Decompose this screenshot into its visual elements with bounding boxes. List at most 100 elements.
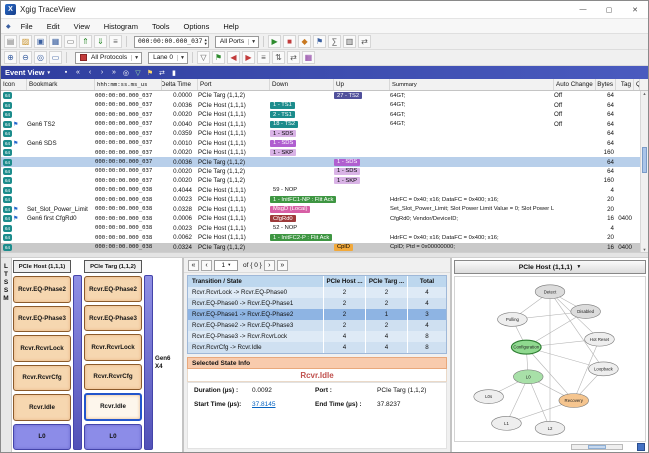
ltssm-port-header[interactable]: PCIe Host (1,1,1) — [13, 260, 71, 273]
zoom-region-icon[interactable]: ▭ — [49, 51, 62, 64]
event-row[interactable]: 64000:00:00.000_0380.0324PCIe Targ (1,1,… — [1, 243, 640, 252]
trigger-icon[interactable]: ◆ — [298, 35, 311, 48]
transition-row[interactable]: Rcvr.EQ-Phase1 -> Rcvr.EQ-Phase2213 — [188, 309, 446, 320]
column-header-icon[interactable]: Icon — [1, 79, 27, 90]
state-diagram-header[interactable]: PCIe Host (1,1,1) ▼ — [454, 260, 646, 274]
column-header-port[interactable]: Port — [198, 79, 270, 90]
event-row[interactable]: 64000:00:00.000_0370.0036PCIe Targ (1,1,… — [1, 157, 640, 166]
save-icon[interactable]: ▣ — [34, 35, 47, 48]
lane-view-icon[interactable]: ⇅ — [272, 51, 285, 64]
diagram-node-polling[interactable]: Polling — [498, 312, 528, 326]
column-header-delta-time[interactable]: Delta Time — [162, 79, 198, 90]
column-header-up[interactable]: Up — [334, 79, 390, 90]
prev-error-icon[interactable]: ◀ — [227, 51, 240, 64]
diagram-nav-button[interactable] — [637, 443, 645, 451]
diagram-node-recovery[interactable]: Recovery — [559, 394, 589, 408]
new-file-icon[interactable]: ▤ — [4, 35, 17, 48]
event-row[interactable]: 64000:00:00.000_0380.4044PCIe Host (1,1,… — [1, 186, 640, 195]
goto-first-icon[interactable]: « — [73, 69, 83, 77]
diagram-node-l0s[interactable]: L0s — [474, 390, 504, 404]
event-row[interactable]: 64000:00:00.000_0370.0000PCIe Targ (1,1,… — [1, 91, 640, 100]
protocols-dropdown[interactable]: All Protocols ▼ — [75, 52, 142, 64]
time-display-field[interactable]: 000:00:00.000_037 ▲▼ — [134, 36, 209, 48]
ltssm-state-rcvr-rcvrlock[interactable]: Rcvr.RcvrLock — [13, 335, 71, 362]
scrollbar-thumb[interactable] — [642, 147, 647, 173]
ltssm-state-rcvr-eq-phase2[interactable]: Rcvr.EQ-Phase2 — [84, 276, 142, 302]
histogram-icon[interactable]: ▦ — [302, 51, 315, 64]
ltssm-state-rcvr-idle[interactable]: Rcvr.Idle — [84, 393, 142, 421]
save-all-icon[interactable]: ▦ — [49, 35, 62, 48]
menu-file[interactable]: File — [14, 22, 40, 31]
transitions-column-transition-state[interactable]: Transition / State — [188, 276, 324, 287]
event-row[interactable]: 64⚑Gen6 first CfgRd0000:00:00.000_0380.0… — [1, 214, 640, 223]
marker-icon[interactable]: ⚑ — [313, 35, 326, 48]
ltssm-state-l0[interactable]: L0 — [84, 424, 142, 450]
scroll-down-icon[interactable]: ▼ — [643, 247, 647, 252]
event-row[interactable]: 64000:00:00.000_0370.0020PCIe Host (1,1,… — [1, 110, 640, 119]
transition-row[interactable]: Rcvr.RcvrLock -> Rcvr.EQ-Phase0224 — [188, 287, 446, 298]
diagram-hscrollbar[interactable] — [571, 444, 623, 450]
scroll-up-icon[interactable]: ▲ — [643, 91, 647, 96]
import-icon[interactable]: ⇓ — [94, 35, 107, 48]
close-button[interactable]: ✕ — [622, 1, 648, 18]
prev-event-icon[interactable]: ‹ — [85, 69, 95, 77]
decode-view-icon[interactable]: ≡ — [257, 51, 270, 64]
diagram-node-loopback[interactable]: Loopback — [589, 362, 619, 376]
start-time-link[interactable]: 37.8145 — [252, 401, 315, 408]
time-spinner[interactable]: ▲▼ — [204, 38, 206, 46]
menu-view[interactable]: View — [67, 22, 97, 31]
prev-button[interactable]: ‹ — [201, 260, 212, 271]
event-row[interactable]: 64000:00:00.000_0370.0020PCIe Targ (1,1,… — [1, 176, 640, 185]
column-header-hhh-mm-ss-ms-us[interactable]: hhh:mm:ss.ms_us — [95, 79, 162, 90]
event-row[interactable]: 64000:00:00.000_0380.0023PCIe Host (1,1,… — [1, 195, 640, 204]
diagram-node-l1[interactable]: L1 — [492, 416, 522, 430]
column-header-bytes[interactable]: Bytes — [596, 79, 616, 90]
next-error-icon[interactable]: ▶ — [242, 51, 255, 64]
diagram-node-l2[interactable]: L2 — [535, 421, 565, 435]
bookmark-icon[interactable]: ⚑ — [145, 69, 155, 77]
event-row[interactable]: 64000:00:00.000_0380.0062PCIe Host (1,1,… — [1, 233, 640, 242]
event-table-scrollbar[interactable]: ▲ ▼ — [640, 91, 648, 252]
pin-icon[interactable]: ▪ — [61, 69, 71, 77]
ltssm-state-rcvr-eq-phase2[interactable]: Rcvr.EQ-Phase2 — [13, 276, 71, 303]
transition-row[interactable]: Rcvr.EQ-Phase3 -> Rcvr.RcvrLock448 — [188, 331, 446, 342]
next-event-icon[interactable]: › — [97, 69, 107, 77]
run-capture-icon[interactable]: ▶ — [268, 35, 281, 48]
zoom-fit-icon[interactable]: ◎ — [34, 51, 47, 64]
stop-capture-icon[interactable]: ■ — [283, 35, 296, 48]
ltssm-state-rcvr-rcvrcfg[interactable]: Rcvr.RcvrCfg — [84, 364, 142, 390]
event-row[interactable]: 64000:00:00.000_0370.0359PCIe Host (1,1,… — [1, 129, 640, 138]
event-row[interactable]: 64⚑Set_Slot_Power_Limit000:00:00.000_038… — [1, 205, 640, 214]
diagram-node-hot-reset[interactable]: Hot Reset — [585, 332, 615, 346]
export-icon[interactable]: ⇑ — [79, 35, 92, 48]
diagram-node-l0[interactable]: L0 — [513, 370, 543, 384]
diagram-node-disabled[interactable]: Disabled — [571, 305, 601, 319]
filter-icon[interactable]: ▽ — [133, 69, 143, 77]
zoom-in-icon[interactable]: ⊕ — [4, 51, 17, 64]
transitions-column-total[interactable]: Total — [408, 276, 446, 287]
ltssm-state-rcvr-idle[interactable]: Rcvr.Idle — [13, 394, 71, 421]
cascade-icon[interactable]: ⇄ — [358, 35, 371, 48]
ltssm-tab[interactable]: LTSSM — [1, 258, 12, 452]
menu-options[interactable]: Options — [176, 22, 216, 31]
report-icon[interactable]: ▥ — [343, 35, 356, 48]
sync-icon[interactable]: ⇄ — [157, 69, 167, 77]
column-header-auto-change[interactable]: Auto Change — [554, 79, 596, 90]
column-header-down[interactable]: Down — [270, 79, 334, 90]
statistics-icon[interactable]: ∑ — [328, 35, 341, 48]
transitions-column-pcie-targ[interactable]: PCIe Targ ... — [366, 276, 408, 287]
event-row[interactable]: 64000:00:00.000_0370.0020PCIe Host (1,1,… — [1, 148, 640, 157]
transition-row[interactable]: Rcvr.EQ-Phase0 -> Rcvr.EQ-Phase1224 — [188, 298, 446, 309]
event-row[interactable]: 64⚑Gen6 SDS000:00:00.000_0370.0010PCIe H… — [1, 138, 640, 147]
event-row[interactable]: 64000:00:00.000_0370.0020PCIe Targ (1,1,… — [1, 167, 640, 176]
bookmark-icon[interactable]: ⚑ — [212, 51, 225, 64]
diagram-hscrollbar-thumb[interactable] — [588, 445, 606, 450]
search-icon[interactable]: ◎ — [121, 69, 131, 77]
menu-edit[interactable]: Edit — [40, 22, 67, 31]
menu-tools[interactable]: Tools — [145, 22, 177, 31]
minimize-button[interactable]: — — [570, 1, 596, 18]
column-header-tag[interactable]: Tag — [616, 79, 634, 90]
lock-icon[interactable]: ▮ — [169, 69, 179, 77]
goto-last-button[interactable]: » — [277, 260, 288, 271]
print-icon[interactable]: ▭ — [64, 35, 77, 48]
